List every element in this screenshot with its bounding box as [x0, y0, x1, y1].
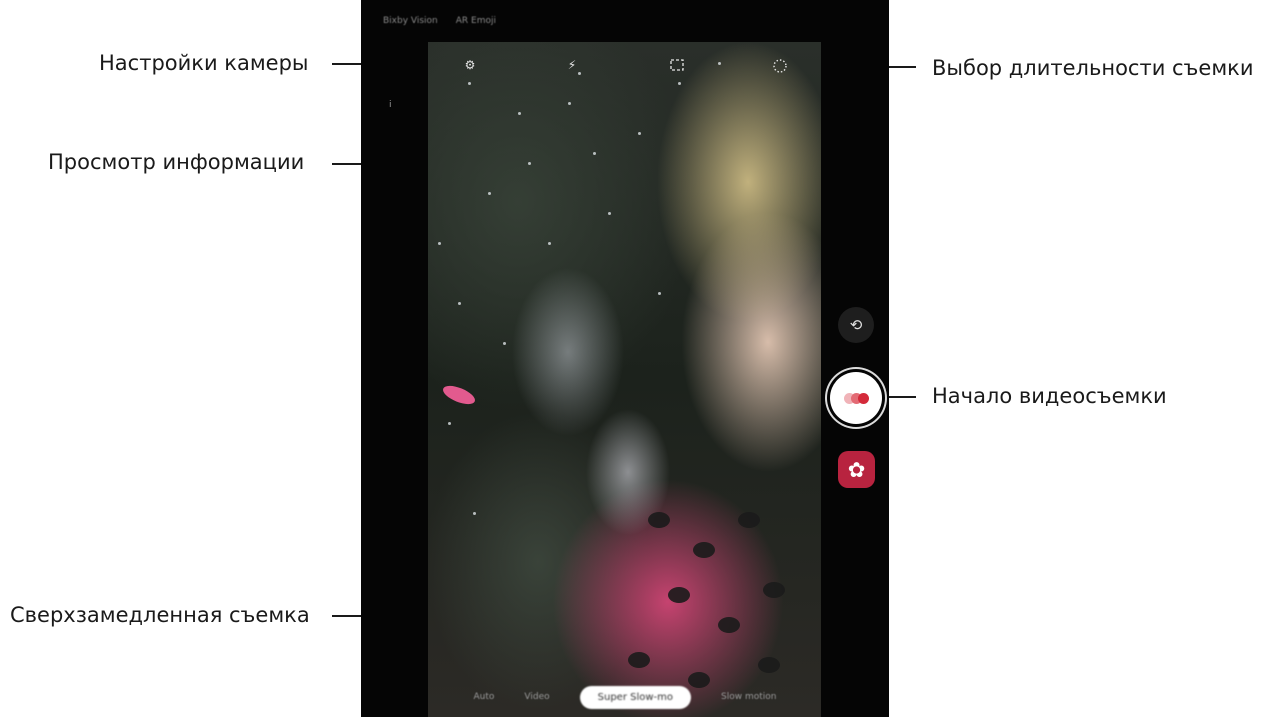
tab-bixby-vision[interactable]: Bixby Vision	[383, 16, 438, 26]
flower-petal	[440, 382, 478, 408]
mode-auto[interactable]: Auto	[474, 692, 495, 702]
callout-start-recording: Начало видеосъемки	[932, 384, 1167, 408]
camera-screen: Bixby Vision AR Emoji i ⚙ ⚡ ⟲ ✿ Auto Vid…	[361, 0, 889, 717]
duration-dial-icon[interactable]	[770, 56, 790, 76]
gallery-icon[interactable]: ✿	[838, 451, 875, 488]
flash-off-icon[interactable]: ⚡	[562, 55, 582, 75]
callout-camera-settings: Настройки камеры	[99, 51, 309, 75]
mode-selector: Auto Video Super Slow-mo Slow motion	[361, 677, 889, 717]
info-indicator[interactable]: i	[389, 100, 392, 110]
mode-super-slow-mo[interactable]: Super Slow-mo	[579, 685, 692, 709]
gear-icon[interactable]: ⚙	[460, 55, 480, 75]
callout-duration-select: Выбор длительности съемки	[932, 56, 1254, 80]
camera-preview[interactable]	[428, 42, 821, 717]
record-icon	[843, 392, 869, 404]
record-button[interactable]	[830, 372, 882, 424]
switch-camera-icon[interactable]: ⟲	[838, 307, 874, 343]
aspect-ratio-icon[interactable]	[667, 55, 687, 75]
mode-slow-motion[interactable]: Slow motion	[721, 692, 776, 702]
mode-video[interactable]: Video	[524, 692, 549, 702]
callout-super-slow-mo: Сверхзамедленная съемка	[10, 603, 310, 627]
callout-view-info: Просмотр информации	[48, 150, 305, 174]
top-tabs: Bixby Vision AR Emoji	[361, 0, 889, 42]
tab-ar-emoji[interactable]: AR Emoji	[456, 16, 496, 26]
